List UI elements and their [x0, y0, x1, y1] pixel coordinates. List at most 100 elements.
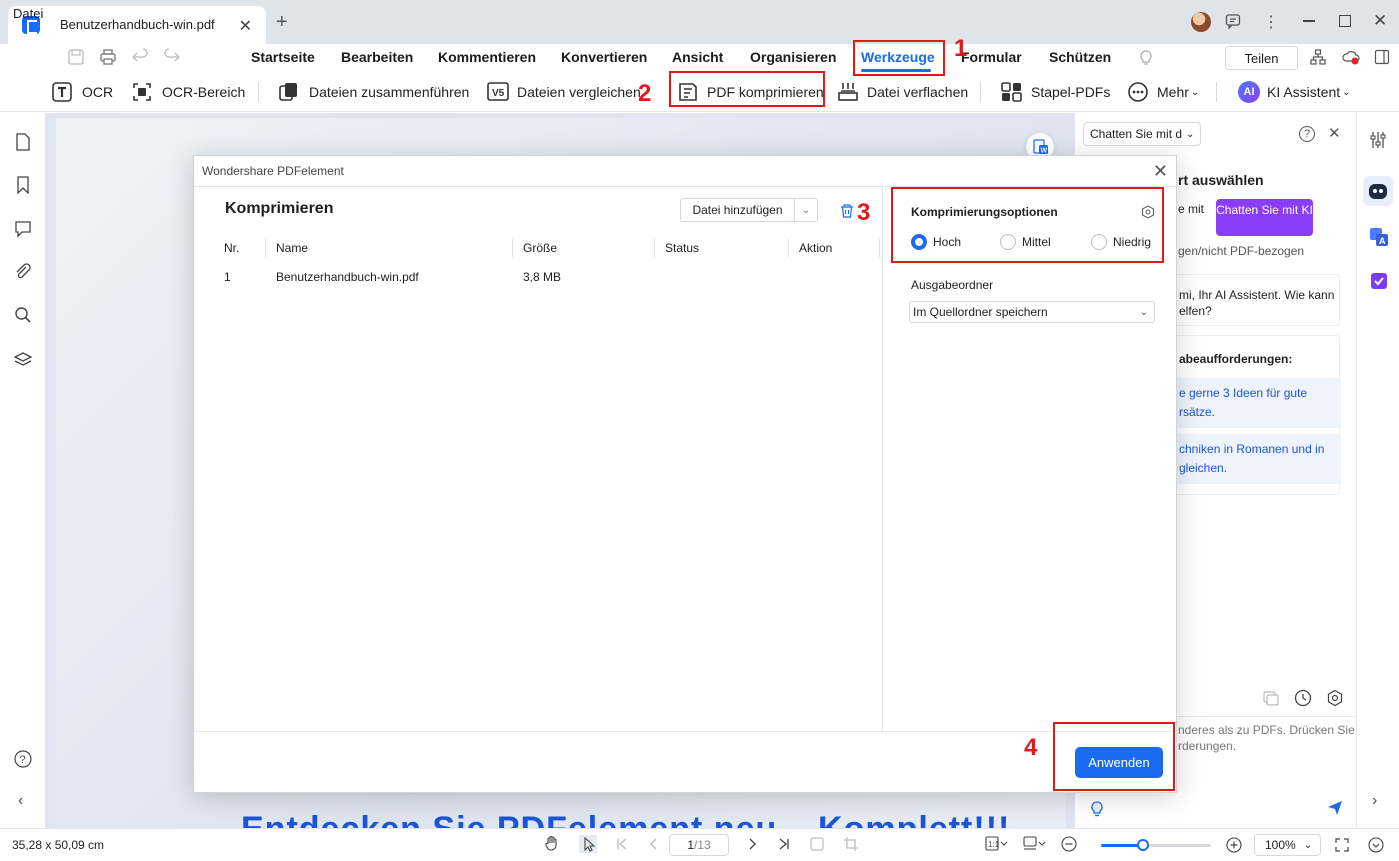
column-divider: [879, 239, 880, 257]
avatar[interactable]: [1191, 12, 1211, 32]
share-label: Teilen: [1244, 50, 1279, 66]
checklist-icon[interactable]: [1369, 271, 1389, 291]
close-window-icon[interactable]: ✕: [1373, 11, 1387, 31]
prompt-suggestion-1[interactable]: e gerne 3 Ideen für gute rsätze.: [1163, 378, 1341, 428]
cloud-sync-icon[interactable]: [1342, 49, 1360, 65]
print-icon[interactable]: [99, 48, 117, 66]
document-tab[interactable]: Benutzerhandbuch-win.pdf ✕: [8, 6, 266, 44]
menu-bearbeiten[interactable]: Bearbeiten: [341, 49, 413, 65]
maximize-icon[interactable]: [1339, 15, 1351, 27]
more-view-options-icon[interactable]: [1368, 837, 1384, 853]
table-row[interactable]: 1 Benutzerhandbuch-win.pdf 3,8 MB: [194, 266, 883, 288]
compare-files-button[interactable]: V5 Dateien vergleichen: [487, 80, 641, 104]
ai-robot-tab[interactable]: [1363, 176, 1393, 206]
zoom-level-select[interactable]: 100% ⌄: [1254, 834, 1321, 856]
batch-icon: [1001, 82, 1022, 102]
share-button[interactable]: Teilen: [1225, 46, 1298, 70]
new-tab-icon[interactable]: +: [276, 12, 288, 32]
ai-badge-icon: AI: [1238, 81, 1260, 103]
attachment-icon[interactable]: [14, 263, 32, 281]
zoom-out-icon[interactable]: [1061, 836, 1077, 852]
output-folder-label: Ausgabeordner: [911, 278, 994, 292]
last-page-icon[interactable]: [777, 837, 791, 851]
settings-icon[interactable]: [1326, 689, 1344, 707]
feedback-icon[interactable]: [1225, 13, 1241, 29]
zoom-in-icon[interactable]: [1226, 837, 1242, 853]
network-icon[interactable]: [1310, 49, 1326, 65]
ocr-area-icon: [133, 83, 151, 101]
menu-organisieren[interactable]: Organisieren: [750, 49, 836, 65]
flatten-file-button[interactable]: Datei verflachen: [837, 80, 968, 104]
more-vertical-icon[interactable]: ⋮: [1263, 12, 1279, 32]
crop-page-icon[interactable]: [843, 836, 859, 852]
menu-kommentieren[interactable]: Kommentieren: [438, 49, 536, 65]
ocr-icon: [52, 82, 72, 102]
ocr-area-label: OCR-Bereich: [162, 84, 246, 100]
output-folder-select[interactable]: Im Quellordner speichern ⌄: [909, 301, 1155, 323]
close-panel-icon[interactable]: ✕: [1328, 124, 1341, 142]
redo-icon[interactable]: [163, 48, 181, 66]
add-file-dropdown-icon[interactable]: ⌄: [795, 205, 817, 216]
menu-schuetzen[interactable]: Schützen: [1049, 49, 1111, 65]
zoom-slider[interactable]: [1101, 839, 1211, 851]
flatten-label: Datei verflachen: [867, 84, 969, 100]
menu-konvertieren[interactable]: Konvertieren: [561, 49, 647, 65]
left-sidebar: ? ‹: [0, 113, 46, 828]
output-folder-value: Im Quellordner speichern: [913, 305, 1048, 319]
scroll-mode-icon[interactable]: [1023, 836, 1047, 852]
bookmark-icon[interactable]: [14, 176, 32, 194]
translate-icon[interactable]: A: [1369, 227, 1389, 247]
collapse-sidebar-icon[interactable]: ‹: [18, 792, 23, 810]
undo-icon[interactable]: [131, 48, 149, 66]
first-page-icon[interactable]: [615, 837, 629, 851]
page-thumbnail-icon[interactable]: [14, 133, 32, 151]
comment-icon[interactable]: [14, 220, 32, 238]
more-tools-button[interactable]: Mehr ⌄: [1127, 80, 1199, 104]
send-icon[interactable]: [1327, 800, 1343, 816]
history-icon[interactable]: [1294, 689, 1312, 707]
search-icon[interactable]: [14, 306, 32, 324]
zoom-level: 100%: [1265, 838, 1296, 852]
next-page-icon[interactable]: [745, 837, 759, 851]
page-number-input[interactable]: 1/13: [669, 834, 729, 856]
help-icon[interactable]: ?: [14, 750, 32, 768]
menu-ansicht[interactable]: Ansicht: [672, 49, 723, 65]
ocr-area-button[interactable]: OCR-Bereich: [132, 80, 245, 104]
batch-label: Stapel-PDFs: [1031, 84, 1111, 100]
save-icon[interactable]: [67, 48, 85, 66]
merge-files-button[interactable]: Dateien zusammenführen: [279, 80, 469, 104]
minimize-icon[interactable]: [1303, 20, 1315, 22]
ocr-button[interactable]: OCR: [52, 80, 113, 104]
menu-startseite[interactable]: Startseite: [251, 49, 315, 65]
expand-panel-icon[interactable]: ›: [1372, 792, 1377, 810]
column-divider: [788, 239, 789, 257]
menu-formular[interactable]: Formular: [961, 49, 1022, 65]
delete-icon[interactable]: [839, 203, 855, 219]
fit-page-icon[interactable]: [1335, 838, 1349, 852]
prompt-suggestion-2[interactable]: chniken in Romanen und in gleichen.: [1163, 434, 1341, 484]
previous-page-icon[interactable]: [647, 837, 661, 851]
annotation-box-4: [1053, 722, 1175, 791]
new-chat-icon[interactable]: [1262, 689, 1280, 707]
page-display-icon[interactable]: 1:1: [985, 836, 1009, 852]
properties-icon[interactable]: [1369, 131, 1387, 149]
menu-file[interactable]: Datei: [13, 6, 43, 21]
layers-icon[interactable]: [14, 351, 32, 369]
hand-tool-icon[interactable]: [543, 835, 561, 853]
dialog-close-icon[interactable]: ✕: [1153, 161, 1168, 182]
chat-mode-dropdown[interactable]: Chatten Sie mit d ⌄: [1083, 122, 1201, 146]
select-tool-icon[interactable]: [579, 835, 597, 853]
chat-with-pdf-option[interactable]: e mit: [1178, 202, 1204, 216]
chat-input[interactable]: nderes als zu PDFs. Drücken Sie rderunge…: [1178, 722, 1355, 754]
add-file-button[interactable]: Datei hinzufügen ⌄: [680, 198, 818, 222]
chat-with-ai-button[interactable]: Chatten Sie mit KI: [1216, 199, 1313, 236]
ai-assistant-button[interactable]: AI KI Assistent ⌄: [1238, 80, 1351, 104]
lightbulb-icon[interactable]: [1138, 48, 1154, 66]
rotate-page-icon[interactable]: [809, 836, 825, 852]
zoom-slider-handle[interactable]: [1137, 839, 1149, 851]
lightbulb-icon[interactable]: [1089, 800, 1105, 818]
batch-pdfs-button[interactable]: Stapel-PDFs: [1001, 80, 1110, 104]
layout-icon[interactable]: [1374, 49, 1390, 65]
close-tab-icon[interactable]: ✕: [239, 16, 252, 36]
help-icon[interactable]: ?: [1299, 126, 1315, 142]
